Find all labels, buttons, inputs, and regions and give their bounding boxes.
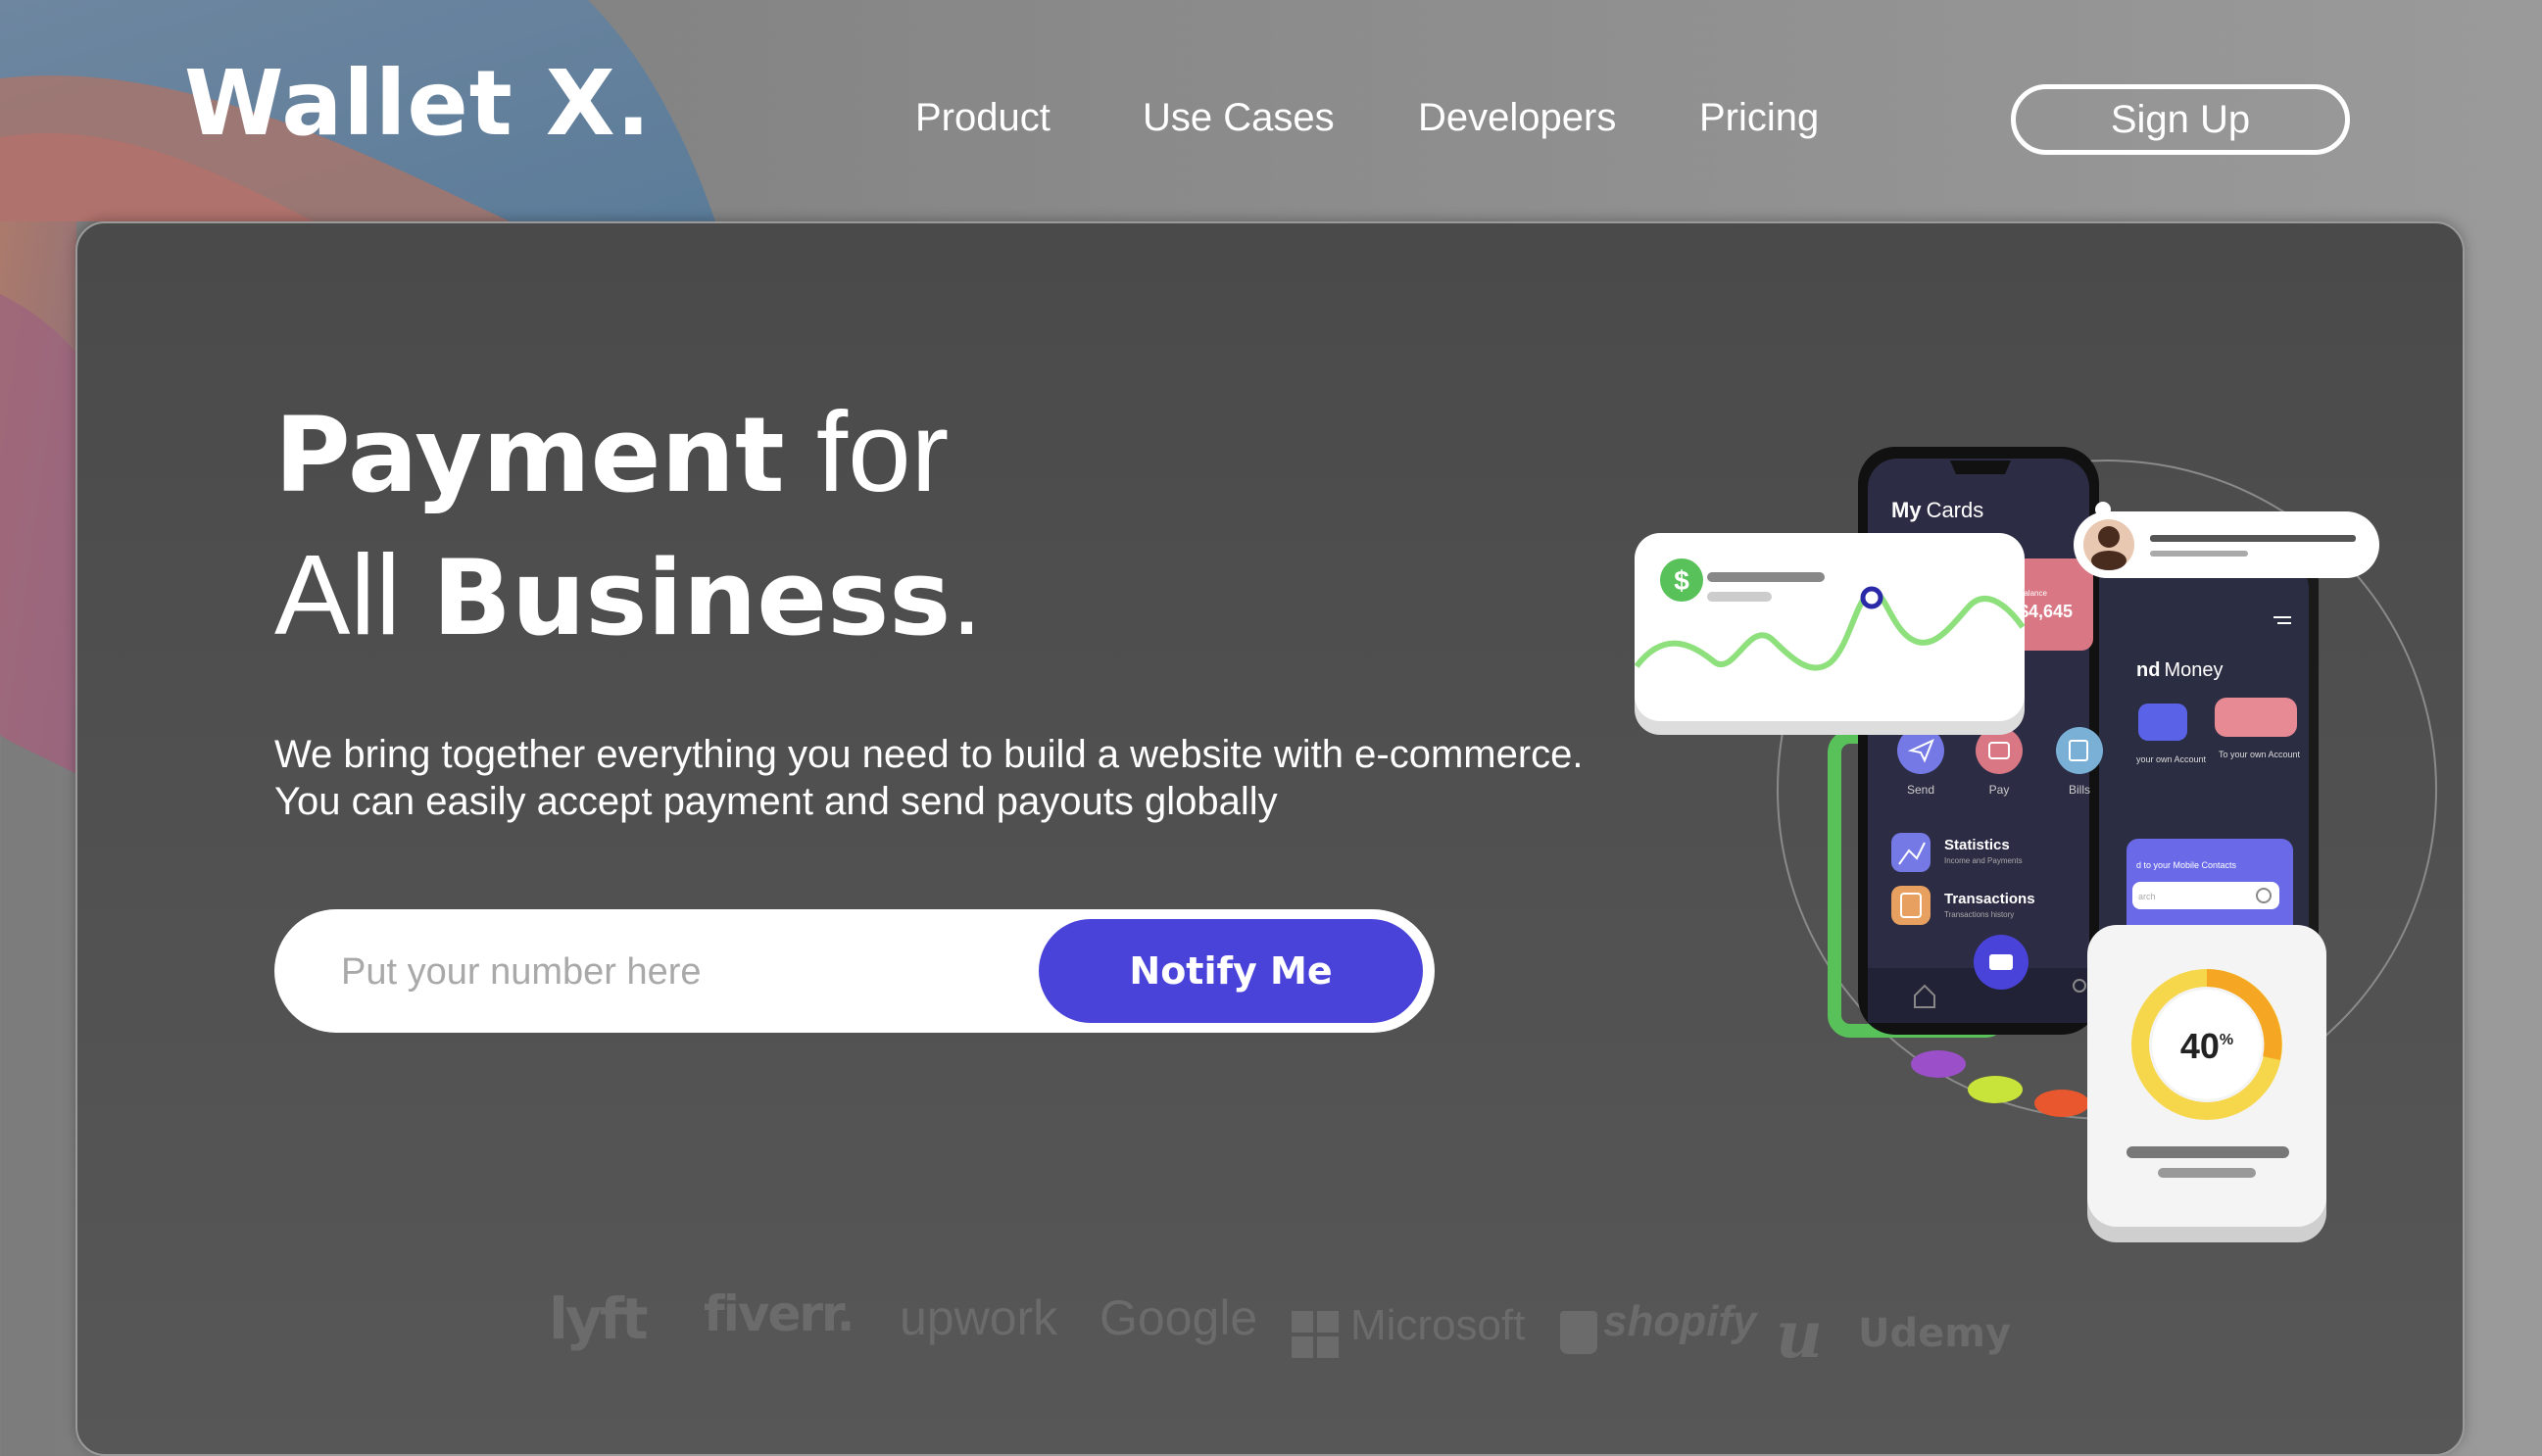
bills-action-icon [2056, 727, 2103, 774]
partner-shopify: shopify [1603, 1297, 1757, 1345]
phone2-title-rest: Money [2164, 659, 2223, 681]
phone2-receive-button [2138, 704, 2187, 741]
chart-card: $ [1634, 533, 2026, 735]
partner-microsoft: Microsoft [1350, 1301, 1526, 1349]
headline-word-payment: Payment [274, 395, 785, 515]
phone2-contacts-label: d to your Mobile Contacts [2136, 860, 2237, 870]
partner-google: Google [1100, 1290, 1258, 1345]
hero-headline: Payment for All Business. [274, 382, 983, 668]
phone2-title: nd Money [2136, 659, 2223, 681]
microsoft-icon [1292, 1311, 1339, 1358]
headline-word-business: Business [432, 538, 952, 658]
dot-orange [2034, 1090, 2089, 1117]
transactions-icon [1891, 886, 1931, 925]
bills-label: Bills [2069, 783, 2090, 797]
partner-udemy: Udemy [1858, 1311, 2011, 1356]
progress-unit: % [2220, 1032, 2233, 1048]
pay-label: Pay [1989, 783, 2010, 797]
progress-card: 40% [2087, 925, 2326, 1242]
phone-title-rest: Cards [1927, 498, 1984, 522]
hero-subtitle: We bring together everything you need to… [274, 733, 1584, 823]
transactions-subtitle: Transactions history [1944, 910, 2014, 919]
app-illustration: nd Money your own Account To your own Acc… [1634, 447, 2437, 1242]
phone-title-bold: My [1891, 498, 1922, 522]
statistics-title: Statistics [1944, 837, 2010, 853]
statistics-subtitle: Income and Payments [1944, 856, 2023, 865]
notify-me-button[interactable]: Notify Me [1039, 919, 1423, 1023]
nav-item-pricing[interactable]: Pricing [1699, 96, 1819, 140]
partner-lyft: lyft [549, 1286, 649, 1352]
send-label: Send [1907, 783, 1934, 797]
progress-value: 40 [2180, 1026, 2220, 1066]
shopify-bag-icon [1560, 1311, 1597, 1354]
phone-number-input[interactable] [339, 943, 970, 1001]
headline-line-2: All Business. [274, 525, 983, 668]
phone2-search-text: arch [2138, 892, 2156, 901]
notify-form: Notify Me [274, 909, 1435, 1033]
headline-line-1: Payment for [274, 382, 983, 525]
udemy-u-icon: u [1776, 1296, 1823, 1373]
headline-period: . [951, 531, 983, 658]
dot-purple [1911, 1050, 1966, 1078]
profile-pill [2074, 511, 2379, 578]
balance-value: $4,645 [2019, 602, 2073, 621]
phone2-to-own-label: To your own Account [2219, 750, 2301, 759]
nav-item-developers[interactable]: Developers [1418, 96, 1616, 140]
nav-item-product[interactable]: Product [915, 96, 1051, 140]
headline-word-all: All [274, 531, 433, 658]
dollar-symbol: $ [1674, 565, 1689, 596]
partner-upwork: upwork [900, 1290, 1058, 1345]
chart-point-marker [1860, 586, 1883, 609]
phone-cards-title: My Cards [1891, 498, 1983, 522]
phone2-title-bold: nd [2136, 659, 2160, 681]
brand-logo[interactable]: Wallet X. [184, 51, 652, 156]
headline-word-for: for [784, 388, 950, 515]
transactions-title: Transactions [1944, 891, 2035, 907]
sign-up-button[interactable]: Sign Up [2011, 84, 2350, 155]
phone2-send-button [2215, 698, 2297, 737]
phone2-own-label: your own Account [2136, 754, 2207, 764]
partner-fiverr: fiverr. [704, 1286, 855, 1342]
dot-yellow [1968, 1076, 2023, 1103]
nav-item-use-cases[interactable]: Use Cases [1143, 96, 1335, 140]
